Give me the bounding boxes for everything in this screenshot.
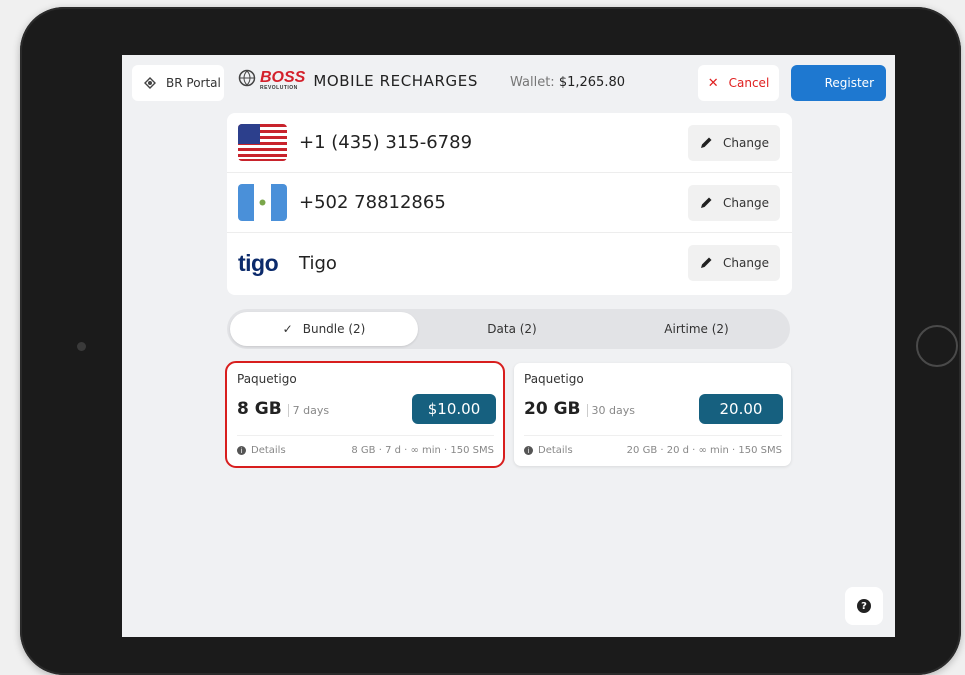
bundle-name: Paquetigo bbox=[524, 372, 584, 386]
operator-name: Tigo bbox=[299, 252, 337, 274]
pencil-icon bbox=[701, 137, 712, 148]
divider bbox=[524, 435, 782, 436]
tab-data[interactable]: Data (2) bbox=[418, 312, 606, 346]
tab-data-label: Data (2) bbox=[487, 322, 537, 336]
operator-row: tigo Tigo Change bbox=[227, 233, 792, 293]
change-sender-button[interactable]: Change bbox=[688, 124, 780, 161]
change-operator-button[interactable]: Change bbox=[688, 245, 780, 281]
cancel-button[interactable]: ✕ Cancel bbox=[698, 65, 779, 101]
tab-bundle-label: Bundle (2) bbox=[302, 322, 366, 336]
bundle-size-value: 8 GB bbox=[237, 399, 282, 419]
pencil-icon bbox=[701, 257, 712, 268]
product-tabs: ✓ Bundle (2) Data (2) Airtime (2) bbox=[227, 309, 790, 349]
brand: BOSS REVOLUTION MOBILE RECHARGES bbox=[238, 69, 478, 91]
app-screen: BR Portal BOSS REVOLUTION MOBILE RECHARG… bbox=[122, 55, 895, 637]
details-label: Details bbox=[251, 445, 286, 456]
portal-icon bbox=[144, 77, 156, 89]
bundle-card-20gb[interactable]: Paquetigo 20 GB 30 days 20.00 i Details 2… bbox=[514, 363, 791, 466]
tigo-logo-icon: tigo bbox=[238, 249, 279, 276]
change-label: Change bbox=[723, 195, 769, 210]
tablet-frame: BR Portal BOSS REVOLUTION MOBILE RECHARG… bbox=[20, 7, 961, 675]
bundle-duration: 7 days bbox=[287, 404, 330, 417]
divider bbox=[237, 435, 494, 436]
register-button[interactable]: Register bbox=[791, 65, 886, 101]
app-title: MOBILE RECHARGES bbox=[313, 72, 478, 90]
pencil-icon bbox=[701, 197, 712, 208]
bundle-size: 8 GB 7 days bbox=[237, 399, 330, 419]
bundle-summary: 8 GB · 7 d · ∞ min · 150 SMS bbox=[351, 445, 494, 456]
help-icon: ? bbox=[857, 599, 871, 613]
bundle-duration: 30 days bbox=[586, 404, 635, 417]
globe-icon bbox=[238, 69, 256, 87]
tab-airtime[interactable]: Airtime (2) bbox=[606, 312, 787, 346]
details-label: Details bbox=[538, 445, 573, 456]
help-button[interactable]: ? bbox=[845, 587, 883, 625]
change-label: Change bbox=[723, 256, 769, 270]
us-flag-icon bbox=[238, 124, 287, 161]
close-icon: ✕ bbox=[707, 75, 719, 91]
bundle-size: 20 GB 30 days bbox=[524, 399, 635, 419]
recipient-phone: +502 78812865 bbox=[299, 192, 446, 213]
sender-row: +1 (435) 315-6789 Change bbox=[227, 113, 792, 173]
tab-airtime-label: Airtime (2) bbox=[664, 322, 729, 336]
camera-icon bbox=[77, 342, 86, 351]
wallet-balance: Wallet: $1,265.80 bbox=[510, 75, 625, 90]
bundle-price-button[interactable]: $10.00 bbox=[412, 394, 496, 424]
br-portal-label: BR Portal bbox=[166, 76, 221, 90]
change-label: Change bbox=[723, 135, 769, 150]
details-link[interactable]: i Details bbox=[524, 445, 573, 456]
bundle-name: Paquetigo bbox=[237, 372, 297, 386]
register-label: Register bbox=[824, 76, 874, 90]
br-portal-button[interactable]: BR Portal bbox=[132, 65, 224, 101]
bundle-card-8gb[interactable]: Paquetigo 8 GB 7 days $10.00 i Details 8 … bbox=[225, 361, 505, 468]
wallet-label: Wallet: bbox=[510, 75, 555, 90]
bundle-price-button[interactable]: 20.00 bbox=[699, 394, 783, 424]
sender-phone: +1 (435) 315-6789 bbox=[299, 132, 473, 153]
change-recipient-button[interactable]: Change bbox=[688, 184, 780, 221]
wallet-amount: $1,265.80 bbox=[558, 75, 625, 90]
guatemala-flag-icon bbox=[238, 184, 287, 221]
recipient-row: +502 78812865 Change bbox=[227, 173, 792, 233]
info-icon: i bbox=[237, 446, 246, 455]
details-link[interactable]: i Details bbox=[237, 445, 286, 456]
boss-logo-text: BOSS bbox=[260, 69, 306, 86]
boss-logo: BOSS REVOLUTION bbox=[238, 69, 306, 91]
recharge-details-card: +1 (435) 315-6789 Change +502 78812865 C… bbox=[227, 113, 792, 295]
tab-bundle[interactable]: ✓ Bundle (2) bbox=[230, 312, 418, 346]
home-button[interactable] bbox=[916, 325, 958, 367]
bundle-size-value: 20 GB bbox=[524, 399, 581, 419]
cancel-label: Cancel bbox=[728, 76, 770, 90]
bundle-summary: 20 GB · 20 d · ∞ min · 150 SMS bbox=[626, 445, 782, 456]
check-icon: ✓ bbox=[282, 322, 293, 336]
info-icon: i bbox=[524, 446, 533, 455]
